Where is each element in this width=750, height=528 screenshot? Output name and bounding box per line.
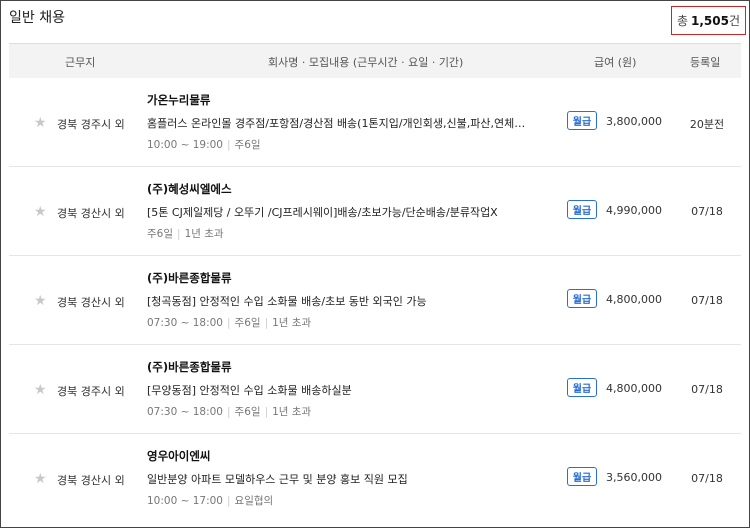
total-suffix: 건 [728, 14, 741, 28]
total-count-box: 총 1,505 건 [671, 6, 746, 35]
meta-separator: | [227, 406, 231, 418]
company-name[interactable]: (주)바른종합물류 [147, 359, 232, 375]
job-meta: 10:00 ~ 17:00 | 요일협의 [147, 493, 273, 508]
meta-item: 주6일 [234, 139, 261, 151]
company-name[interactable]: 가온누리물류 [147, 92, 210, 108]
salary-amount: 4,800,000 [606, 293, 662, 306]
meta-item: 주6일 [234, 317, 261, 329]
meta-item: 주6일 [234, 406, 261, 418]
listing-frame: 일반 채용 총 1,505 건 근무지 회사명 · 모집내용 (근무시간 · 요… [0, 0, 750, 528]
column-content: 회사명 · 모집내용 (근무시간 · 요일 · 기간) [268, 56, 464, 69]
meta-item: 07:30 ~ 18:00 [147, 406, 223, 418]
job-location: 경북 경산시 외 [57, 207, 125, 220]
meta-separator: | [227, 317, 231, 329]
pay-type-badge: 월급 [567, 467, 597, 486]
table-header: 근무지 회사명 · 모집내용 (근무시간 · 요일 · 기간) 급여 (원) 등… [9, 43, 741, 78]
column-date: 등록일 [690, 56, 721, 69]
posted-date: 07/18 [691, 294, 723, 307]
job-location: 경북 경주시 외 [57, 385, 125, 398]
salary-amount: 4,990,000 [606, 204, 662, 217]
pay-type-badge: 월급 [567, 289, 597, 308]
job-list: ★ 경북 경주시 외 가온누리물류 홈플러스 온라인몰 경주점/포항점/경산점 … [9, 78, 741, 523]
star-icon[interactable]: ★ [34, 204, 47, 220]
column-location: 근무지 [65, 56, 96, 69]
meta-item: 1년 초과 [272, 406, 312, 418]
total-prefix: 총 [676, 14, 689, 28]
star-icon[interactable]: ★ [34, 293, 47, 309]
meta-item: 07:30 ~ 18:00 [147, 317, 223, 329]
company-name[interactable]: 영우아이엔씨 [147, 448, 210, 464]
meta-item: 주6일 [147, 228, 174, 240]
pay-type-badge: 월급 [567, 200, 597, 219]
meta-separator: | [264, 406, 269, 418]
star-icon[interactable]: ★ [34, 115, 47, 131]
meta-separator: | [264, 317, 269, 329]
meta-separator: | [227, 139, 231, 151]
job-row[interactable]: ★ 경북 경산시 외 (주)혜성씨엘에스 [5톤 CJ제일제당 / 오뚜기 /C… [9, 167, 741, 256]
job-meta: 07:30 ~ 18:00 | 주6일 | 1년 초과 [147, 404, 311, 419]
job-row[interactable]: ★ 경북 경주시 외 가온누리물류 홈플러스 온라인몰 경주점/포항점/경산점 … [9, 78, 741, 167]
meta-item: 10:00 ~ 17:00 [147, 495, 223, 507]
meta-item: 1년 초과 [184, 228, 224, 240]
total-count: 1,505 [691, 13, 729, 28]
company-name[interactable]: (주)혜성씨엘에스 [147, 181, 232, 197]
job-location: 경북 경산시 외 [57, 296, 125, 309]
job-location: 경북 경주시 외 [57, 118, 125, 131]
posted-date: 07/18 [691, 383, 723, 396]
job-title[interactable]: [무양동점] 안정적인 수입 소화물 배송하실분 [147, 382, 545, 398]
star-icon[interactable]: ★ [34, 382, 47, 398]
salary-amount: 4,800,000 [606, 382, 662, 395]
posted-date: 20분전 [689, 118, 725, 131]
meta-separator: | [177, 228, 181, 240]
star-icon[interactable]: ★ [34, 471, 47, 487]
job-meta: 10:00 ~ 19:00 | 주6일 [147, 137, 261, 152]
pay-type-badge: 월급 [567, 111, 597, 130]
meta-separator: | [227, 495, 231, 507]
job-row[interactable]: ★ 경북 경주시 외 (주)바른종합물류 [무양동점] 안정적인 수입 소화물 … [9, 345, 741, 434]
salary-amount: 3,800,000 [606, 115, 662, 128]
meta-item: 1년 초과 [272, 317, 312, 329]
meta-item: 요일협의 [234, 495, 274, 507]
job-meta: 07:30 ~ 18:00 | 주6일 | 1년 초과 [147, 315, 311, 330]
posted-date: 07/18 [691, 205, 723, 218]
job-location: 경북 경산시 외 [57, 474, 125, 487]
posted-date: 07/18 [691, 472, 723, 485]
job-title[interactable]: [청곡동점] 안정적인 수입 소화물 배송/초보 동반 외국인 가능 [147, 293, 545, 309]
section-title: 일반 채용 [9, 10, 65, 26]
job-row[interactable]: ★ 경북 경산시 외 (주)바른종합물류 [청곡동점] 안정적인 수입 소화물 … [9, 256, 741, 345]
job-meta: 주6일 | 1년 초과 [147, 226, 224, 241]
company-name[interactable]: (주)바른종합물류 [147, 270, 232, 286]
job-title[interactable]: 일반분양 아파트 모델하우스 근무 및 분양 홍보 직원 모집 [147, 471, 545, 487]
pay-type-badge: 월급 [567, 378, 597, 397]
job-title[interactable]: 홈플러스 온라인몰 경주점/포항점/경산점 배송(1톤지입/개인회생,신불,파산… [147, 115, 545, 131]
salary-amount: 3,560,000 [606, 471, 662, 484]
job-title[interactable]: [5톤 CJ제일제당 / 오뚜기 /CJ프레시웨이]배송/초보가능/단순배송/분… [147, 204, 545, 220]
column-salary: 급여 (원) [594, 56, 637, 69]
job-row[interactable]: ★ 경북 경산시 외 영우아이엔씨 일반분양 아파트 모델하우스 근무 및 분양… [9, 434, 741, 523]
meta-item: 10:00 ~ 19:00 [147, 139, 223, 151]
